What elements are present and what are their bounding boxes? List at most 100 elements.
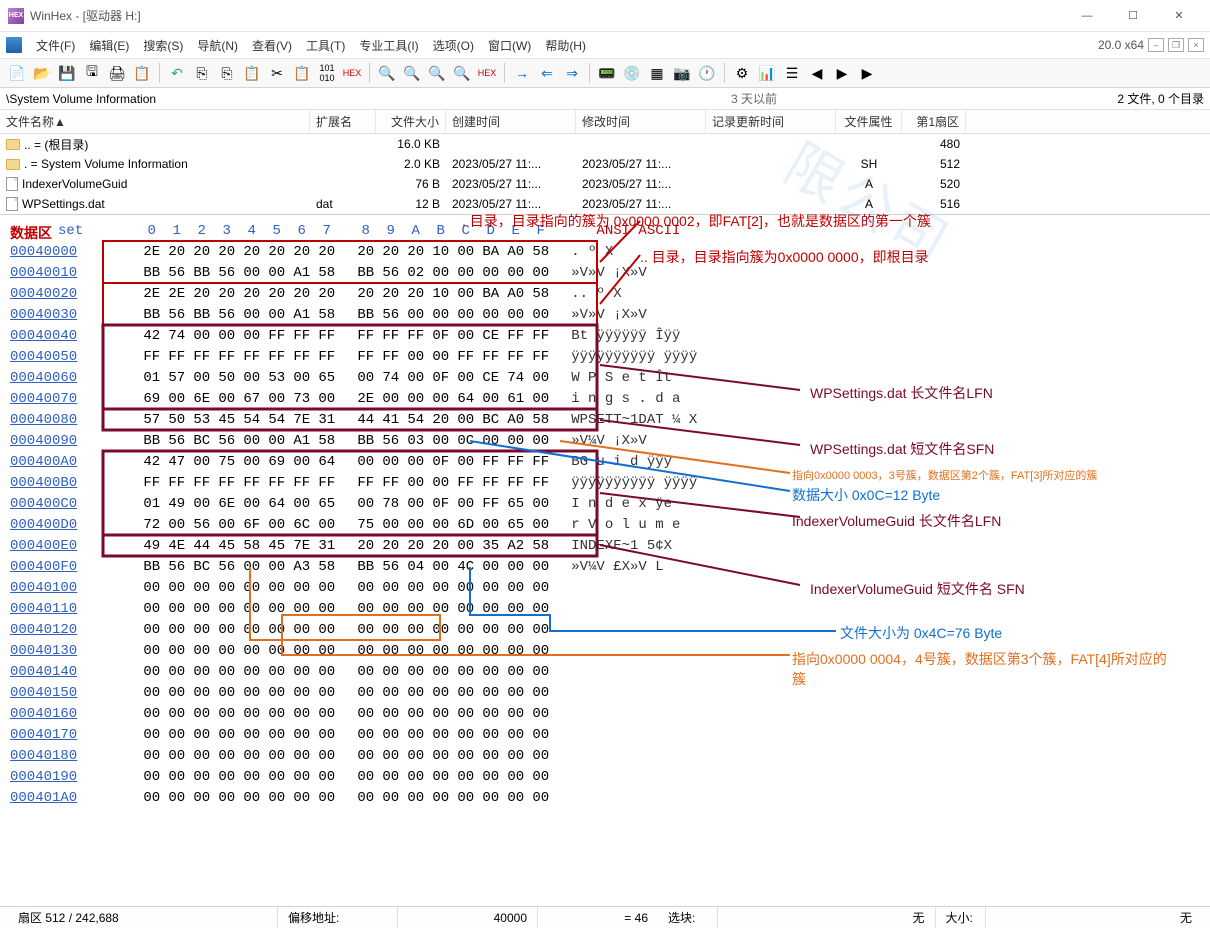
hex-row[interactable]: 00000000000000000000000000000000 (139, 599, 553, 620)
offset-cell[interactable]: 000400A0 (10, 452, 139, 473)
fwd-icon[interactable]: ⇒ (561, 62, 583, 84)
hex-row[interactable]: FFFFFFFFFFFFFFFFFFFF0000FFFFFFFF (139, 347, 553, 368)
col-name[interactable]: 文件名称▲ (0, 110, 310, 133)
bits-icon[interactable]: 101010 (316, 62, 338, 84)
hex-row[interactable]: 00000000000000000000000000000000 (139, 767, 553, 788)
hex-row[interactable]: 00000000000000000000000000000000 (139, 662, 553, 683)
ascii-row[interactable]: W P S e t Ît (571, 368, 697, 389)
hex-row[interactable]: 00000000000000000000000000000000 (139, 641, 553, 662)
offset-cell[interactable]: 00040090 (10, 431, 139, 452)
hex-row[interactable]: 69006E00670073002E00000064006100 (139, 389, 553, 410)
camera-icon[interactable]: 📷 (671, 62, 693, 84)
find-hex-icon[interactable]: 🔍 (401, 62, 423, 84)
hex-row[interactable]: BB56BB560000A158BB56000000000000 (139, 305, 553, 326)
ascii-row[interactable]: .. º X (571, 284, 697, 305)
offset-cell[interactable]: 00040130 (10, 641, 139, 662)
hex-row[interactable]: 0149006E006400650078000F00FF6500 (139, 494, 553, 515)
col-ctime[interactable]: 创建时间 (446, 110, 576, 133)
replace-icon[interactable]: 🔍 (451, 62, 473, 84)
menu-options[interactable]: 选项(O) (427, 35, 480, 56)
report-icon[interactable]: 📊 (756, 62, 778, 84)
new-icon[interactable]: 📄 (6, 62, 28, 84)
offset-cell[interactable]: 00040070 (10, 389, 139, 410)
menu-search[interactable]: 搜索(S) (137, 35, 189, 56)
offset-cell[interactable]: 000400F0 (10, 557, 139, 578)
menu-help[interactable]: 帮助(H) (539, 35, 592, 56)
offset-cell[interactable]: 00040020 (10, 284, 139, 305)
offset-cell[interactable]: 000400C0 (10, 494, 139, 515)
calc-icon[interactable]: 📟 (596, 62, 618, 84)
save-as-icon[interactable]: 🖫 (81, 62, 103, 84)
hex-row[interactable]: 42470075006900640000000F00FFFFFF (139, 452, 553, 473)
paste2-icon[interactable]: 📋 (291, 62, 313, 84)
offset-cell[interactable]: 00040110 (10, 599, 139, 620)
ascii-row[interactable] (571, 641, 697, 662)
list-icon[interactable]: ☰ (781, 62, 803, 84)
offset-cell[interactable]: 00040150 (10, 683, 139, 704)
offset-cell[interactable]: 00040180 (10, 746, 139, 767)
hex-row[interactable]: 00000000000000000000000000000000 (139, 683, 553, 704)
offset-cell[interactable]: 00040000 (10, 242, 139, 263)
offset-cell[interactable]: 000401A0 (10, 788, 139, 809)
hex-row[interactable]: FFFFFFFFFFFFFFFFFFFF0000FFFFFFFF (139, 473, 553, 494)
ascii-row[interactable]: ÿÿÿÿÿÿÿÿÿÿ ÿÿÿÿ (571, 473, 697, 494)
table-row[interactable]: . = System Volume Information2.0 KB2023/… (0, 154, 1210, 174)
table-row[interactable]: .. = (根目录)16.0 KB480 (0, 134, 1210, 154)
goto-icon[interactable]: → (511, 62, 533, 84)
offset-cell[interactable]: 00040060 (10, 368, 139, 389)
hex-row[interactable]: BB56BB560000A158BB56020000000000 (139, 263, 553, 284)
offset-cell[interactable]: 00040040 (10, 326, 139, 347)
offset-cell[interactable]: 00040050 (10, 347, 139, 368)
col-size[interactable]: 文件大小 (376, 110, 446, 133)
menu-edit[interactable]: 编辑(E) (83, 35, 135, 56)
ascii-row[interactable]: ÿÿÿÿÿÿÿÿÿÿ ÿÿÿÿ (571, 347, 697, 368)
offset-cell[interactable]: 000400D0 (10, 515, 139, 536)
hex-row[interactable]: BB56BC560000A158BB5603000C000000 (139, 431, 553, 452)
hex-row[interactable]: 01570050005300650074000F00CE7400 (139, 368, 553, 389)
hex-row[interactable]: 2E2E2020202020202020201000BAA058 (139, 284, 553, 305)
menu-tools[interactable]: 工具(T) (300, 35, 351, 56)
ascii-row[interactable] (571, 767, 697, 788)
ascii-row[interactable] (571, 683, 697, 704)
menu-file[interactable]: 文件(F) (30, 35, 81, 56)
offset-cell[interactable]: 000400E0 (10, 536, 139, 557)
ascii-row[interactable]: »V»V ¡X»V (571, 305, 697, 326)
hex-row[interactable]: BB56BC560000A358BB5604004C000000 (139, 557, 553, 578)
clock-icon[interactable]: 🕐 (696, 62, 718, 84)
offset-cell[interactable]: 00040160 (10, 704, 139, 725)
undo-icon[interactable]: ↶ (166, 62, 188, 84)
hex-row[interactable]: 4274000000FFFFFFFFFFFF0F00CEFFFF (139, 326, 553, 347)
offset-cell[interactable]: 00040010 (10, 263, 139, 284)
hex-row[interactable]: 00000000000000000000000000000000 (139, 704, 553, 725)
minimize-button[interactable]: — (1064, 2, 1110, 30)
offset-cell[interactable]: 00040080 (10, 410, 139, 431)
menu-expert[interactable]: 专业工具(I) (353, 35, 424, 56)
hex-row[interactable]: 5750534554547E314441542000BCA058 (139, 410, 553, 431)
hex-icon[interactable]: HEX (341, 62, 363, 84)
offset-cell[interactable]: 00040140 (10, 662, 139, 683)
ascii-row[interactable] (571, 620, 697, 641)
mdi-restore-button[interactable]: ❐ (1168, 38, 1184, 52)
back-icon[interactable]: ⇐ (536, 62, 558, 84)
col-rtime[interactable]: 记录更新时间 (706, 110, 836, 133)
offset-cell[interactable]: 00040100 (10, 578, 139, 599)
menu-window[interactable]: 窗口(W) (482, 35, 537, 56)
hex-row[interactable]: 00000000000000000000000000000000 (139, 725, 553, 746)
copy-icon[interactable]: ⎘ (191, 62, 213, 84)
ascii-row[interactable] (571, 788, 697, 809)
copy2-icon[interactable]: ⎘ (216, 62, 238, 84)
offset-cell[interactable]: 00040170 (10, 725, 139, 746)
ascii-row[interactable]: »V¼V ¡X»V (571, 431, 697, 452)
hex-row[interactable]: 00000000000000000000000000000000 (139, 788, 553, 809)
col-attr[interactable]: 文件属性 (836, 110, 902, 133)
ascii-row[interactable]: r V o l u m e (571, 515, 697, 536)
hex-row[interactable]: 00000000000000000000000000000000 (139, 620, 553, 641)
ascii-row[interactable]: WPSETT~1DAT ¼ X (571, 410, 697, 431)
menu-nav[interactable]: 导航(N) (191, 35, 244, 56)
next-icon[interactable]: ▶ (831, 62, 853, 84)
ascii-row[interactable]: »V¼V £X»V L (571, 557, 697, 578)
open-icon[interactable]: 📂 (31, 62, 53, 84)
ascii-row[interactable] (571, 725, 697, 746)
mdi-close-button[interactable]: × (1188, 38, 1204, 52)
menu-view[interactable]: 查看(V) (246, 35, 298, 56)
